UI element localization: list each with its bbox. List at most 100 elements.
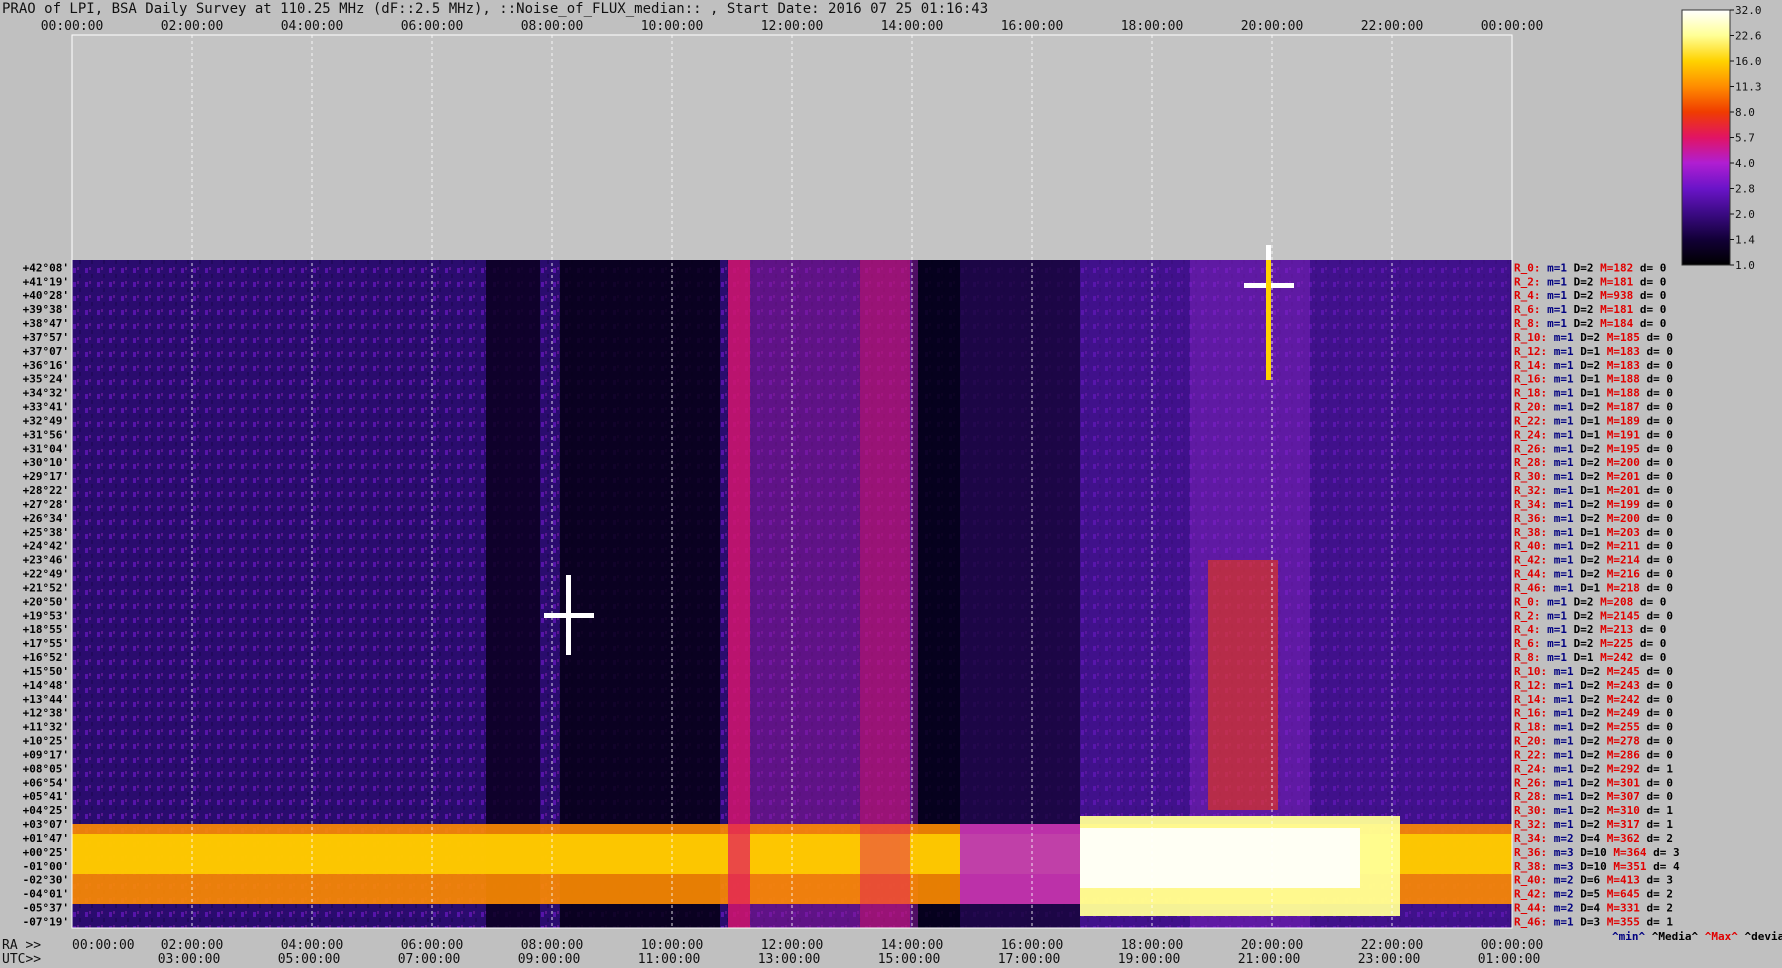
row-stats-label: R_12: m=1 D=2 M=243 d= 0 <box>1514 679 1673 692</box>
row-stats-label: R_26: m=1 D=2 M=301 d= 0 <box>1514 776 1673 789</box>
row-stats-label: R_4: m=1 D=2 M=938 d= 0 <box>1514 289 1666 302</box>
row-stats-label: R_20: m=1 D=2 M=278 d= 0 <box>1514 735 1673 748</box>
row-stats-label: R_6: m=1 D=2 M=225 d= 0 <box>1514 637 1666 650</box>
colorbar-tick-label: 1.4 <box>1735 234 1755 247</box>
row-stats-label: R_34: m=2 D=4 M=362 d= 2 <box>1514 832 1673 845</box>
row-dec-label: +11°32' <box>23 721 69 734</box>
row-stats-label: R_34: m=1 D=2 M=199 d= 0 <box>1514 498 1673 511</box>
row-stats-label: R_32: m=1 D=1 M=201 d= 0 <box>1514 484 1673 497</box>
row-dec-label: +16°52' <box>23 651 69 664</box>
row-stats-label: R_28: m=1 D=2 M=200 d= 0 <box>1514 456 1673 469</box>
row-dec-label: +00°25' <box>23 846 69 859</box>
row-dec-label: +42°08' <box>23 261 69 274</box>
x-bottom-utc-tick-label: 15:00:00 <box>878 952 941 967</box>
x-bottom-utc-tick-label: 01:00:00 <box>1478 952 1541 967</box>
colorbar-tick-label: 1.0 <box>1735 259 1755 272</box>
row-stats-label: R_2: m=1 D=2 M=181 d= 0 <box>1514 275 1666 288</box>
row-dec-label: +21°52' <box>23 581 69 594</box>
row-stats-label: R_10: m=1 D=2 M=245 d= 0 <box>1514 665 1673 678</box>
x-bottom-utc-prefix: UTC>> <box>2 952 41 967</box>
row-stats-label: R_22: m=1 D=1 M=189 d= 0 <box>1514 414 1673 427</box>
x-bottom-utc-tick-label: 23:00:00 <box>1358 952 1421 967</box>
x-top-tick-label: 00:00:00 <box>41 19 104 34</box>
x-bottom-ra-prefix: RA >> <box>2 938 41 953</box>
row-dec-label: +36°16' <box>23 359 69 372</box>
x-bottom-ra-tick-label: 20:00:00 <box>1241 938 1304 953</box>
x-top-tick-label: 20:00:00 <box>1241 19 1304 34</box>
x-top-tick-label: 04:00:00 <box>281 19 344 34</box>
row-dec-label: +37°57' <box>23 331 69 344</box>
row-dec-label: -05°37' <box>23 902 69 915</box>
row-dec-label: +20°50' <box>23 595 69 608</box>
row-stats-label: R_8: m=1 D=2 M=184 d= 0 <box>1514 317 1666 330</box>
x-top-tick-label: 02:00:00 <box>161 19 224 34</box>
bright-band <box>1080 828 1360 888</box>
x-bottom-utc-tick-label: 13:00:00 <box>758 952 821 967</box>
row-stats-label: R_16: m=1 D=1 M=188 d= 0 <box>1514 373 1673 386</box>
row-dec-label: +41°19' <box>23 275 69 288</box>
x-bottom-ra-tick-label: 22:00:00 <box>1361 938 1424 953</box>
x-bottom-utc-tick-label: 17:00:00 <box>998 952 1061 967</box>
row-stats-label: R_24: m=1 D=2 M=292 d= 1 <box>1514 762 1673 775</box>
row-stats-label: R_10: m=1 D=2 M=185 d= 0 <box>1514 331 1673 344</box>
legend-footer: ^min^ ^Media^ ^Max^ ^devia^ <box>1612 930 1782 943</box>
row-dec-label: +15°50' <box>23 665 69 678</box>
row-stats-label: R_12: m=1 D=1 M=183 d= 0 <box>1514 345 1673 358</box>
row-dec-label: +40°28' <box>23 289 69 302</box>
x-bottom-utc-tick-label: 19:00:00 <box>1118 952 1181 967</box>
x-bottom-ra-tick-label: 00:00:00 <box>72 938 135 953</box>
x-bottom-ra-tick-label: 04:00:00 <box>281 938 344 953</box>
row-dec-label: +30°10' <box>23 456 69 469</box>
bright-column <box>860 260 910 928</box>
row-dec-label: +33°41' <box>23 401 69 414</box>
x-top-tick-label: 16:00:00 <box>1001 19 1064 34</box>
x-bottom-utc-tick-label: 07:00:00 <box>398 952 461 967</box>
x-top-tick-label: 22:00:00 <box>1361 19 1424 34</box>
row-stats-label: R_14: m=1 D=2 M=183 d= 0 <box>1514 359 1673 372</box>
x-bottom-ra-tick-label: 02:00:00 <box>161 938 224 953</box>
x-bottom-ra-tick-label: 10:00:00 <box>641 938 704 953</box>
row-dec-label: +29°17' <box>23 470 69 483</box>
row-dec-label: +28°22' <box>23 484 69 497</box>
row-dec-label: +09°17' <box>23 748 69 761</box>
row-stats-label: R_38: m=3 D=10 M=351 d= 4 <box>1514 860 1680 873</box>
colorbar <box>1681 9 1731 266</box>
row-dec-label: +04°25' <box>23 804 69 817</box>
x-top-tick-label: 14:00:00 <box>881 19 944 34</box>
row-stats-label: R_0: m=1 D=2 M=208 d= 0 <box>1514 595 1666 608</box>
row-dec-label: +39°38' <box>23 303 69 316</box>
row-dec-label: +05°41' <box>23 790 69 803</box>
row-stats-label: R_16: m=1 D=2 M=249 d= 0 <box>1514 707 1673 720</box>
row-dec-label: +06°54' <box>23 776 69 789</box>
heatmap-chart: 00:00:00 02:00:00 04:00:00 06:00:00 08:00:00… <box>2 4 1782 967</box>
row-dec-label: +14°48' <box>23 679 69 692</box>
colorbar-tick-label: 11.3 <box>1735 81 1762 94</box>
colorbar-tick-label: 5.7 <box>1735 132 1755 145</box>
x-bottom-ra-tick-label: 18:00:00 <box>1121 938 1184 953</box>
row-dec-label: +35°24' <box>23 373 69 386</box>
row-stats-label: R_46: m=1 D=3 M=355 d= 1 <box>1514 915 1673 928</box>
x-bottom-utc-tick-label: 03:00:00 <box>158 952 221 967</box>
x-bottom-ra-tick-label: 00:00:00 <box>1481 938 1544 953</box>
x-bottom-ra-tick-label: 16:00:00 <box>1001 938 1064 953</box>
row-stats-label: R_30: m=1 D=2 M=310 d= 1 <box>1514 804 1673 817</box>
colorbar-tick-label: 4.0 <box>1735 157 1755 170</box>
colorbar-tick-label: 32.0 <box>1735 4 1762 17</box>
row-dec-label: +38°47' <box>23 317 69 330</box>
row-dec-label: +23°46' <box>23 554 69 567</box>
row-dec-label: +32°49' <box>23 414 69 427</box>
row-stats-label: R_36: m=1 D=2 M=200 d= 0 <box>1514 512 1673 525</box>
row-dec-label: -04°01' <box>23 888 69 901</box>
x-top-tick-label: 12:00:00 <box>761 19 824 34</box>
row-stats-label: R_36: m=3 D=10 M=364 d= 3 <box>1514 846 1680 859</box>
row-dec-label: +25°38' <box>23 526 69 539</box>
x-top-tick-label: 00:00:00 <box>1481 19 1544 34</box>
x-bottom-ra-tick-label: 14:00:00 <box>881 938 944 953</box>
colorbar-tick-label: 16.0 <box>1735 55 1762 68</box>
row-stats-label: R_24: m=1 D=1 M=191 d= 0 <box>1514 428 1673 441</box>
row-stats-label: R_40: m=2 D=6 M=413 d= 3 <box>1514 874 1673 887</box>
row-stats-label: R_8: m=1 D=1 M=242 d= 0 <box>1514 651 1666 664</box>
row-stats-label: R_26: m=1 D=2 M=195 d= 0 <box>1514 442 1673 455</box>
row-dec-label: +22°49' <box>23 568 69 581</box>
row-dec-label: +01°47' <box>23 832 69 845</box>
